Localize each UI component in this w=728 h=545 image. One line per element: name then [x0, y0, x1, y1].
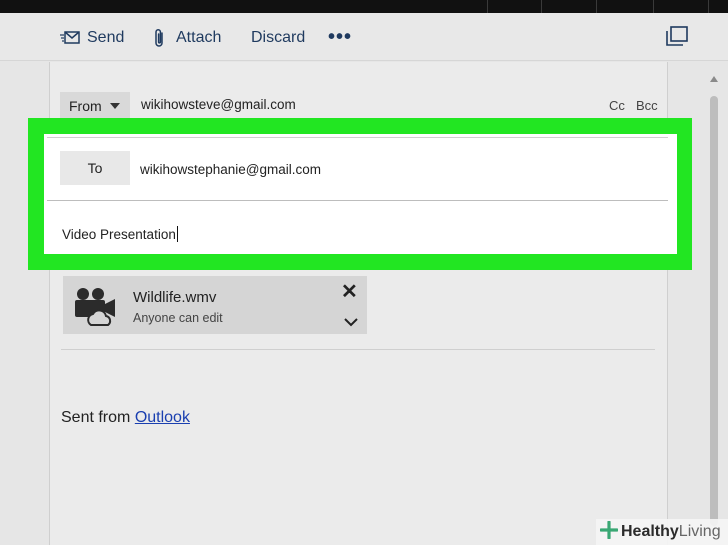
chevron-down-icon — [109, 103, 120, 109]
more-options-button[interactable]: ••• — [328, 27, 352, 47]
from-dropdown[interactable]: From — [60, 92, 130, 120]
title-bar-divider — [541, 0, 542, 13]
compose-toolbar: Send Attach Discard ••• — [0, 13, 728, 61]
send-button[interactable]: Send — [60, 27, 124, 49]
attachment-name: Wildlife.wmv — [133, 289, 217, 306]
discard-label: Discard — [251, 29, 306, 46]
attach-button[interactable]: Attach — [154, 27, 221, 49]
title-bar-divider — [487, 0, 488, 13]
attachment-permission: Anyone can edit — [133, 311, 223, 325]
subject-text: Video Presentation — [62, 227, 176, 242]
top-title-bar — [0, 0, 728, 13]
from-label: From — [69, 98, 102, 114]
outlook-link[interactable]: Outlook — [135, 409, 190, 426]
watermark-brand: Healthy — [621, 523, 679, 540]
title-bar-divider — [708, 0, 709, 13]
signature-prefix: Sent from — [61, 409, 131, 426]
discard-button[interactable]: Discard — [251, 27, 305, 49]
send-label: Send — [87, 29, 125, 46]
subject-field[interactable]: Video Presentation — [62, 226, 178, 242]
send-icon — [60, 31, 80, 45]
from-address: wikihowsteve@gmail.com — [141, 97, 296, 112]
watermark-text: HealthyLiving — [621, 523, 721, 541]
attach-label: Attach — [176, 29, 222, 46]
chevron-down-icon[interactable] — [344, 314, 358, 327]
signature: Sent from Outlook — [61, 409, 190, 427]
to-field[interactable]: wikihowstephanie@gmail.com — [140, 162, 321, 177]
video-file-icon — [71, 286, 117, 326]
text-cursor — [176, 226, 178, 242]
watermark: HealthyLiving — [596, 519, 728, 545]
title-bar-divider — [596, 0, 597, 13]
body-divider — [61, 349, 655, 350]
scroll-up-arrow[interactable] — [710, 76, 718, 82]
to-button[interactable]: To — [60, 151, 130, 185]
scrollbar-thumb[interactable] — [710, 96, 718, 526]
popout-window-icon[interactable] — [665, 25, 689, 47]
cross-logo-icon — [599, 519, 619, 544]
subject-divider — [47, 200, 668, 201]
paperclip-icon — [154, 28, 166, 48]
watermark-suffix: Living — [678, 523, 721, 540]
to-row-divider — [47, 137, 668, 138]
bcc-link[interactable]: Bcc — [636, 98, 658, 113]
title-bar-divider — [653, 0, 654, 13]
remove-attachment-button[interactable]: ✕ — [341, 282, 358, 302]
cc-link[interactable]: Cc — [609, 98, 625, 113]
attachment-card[interactable]: Wildlife.wmv Anyone can edit ✕ — [63, 276, 367, 334]
